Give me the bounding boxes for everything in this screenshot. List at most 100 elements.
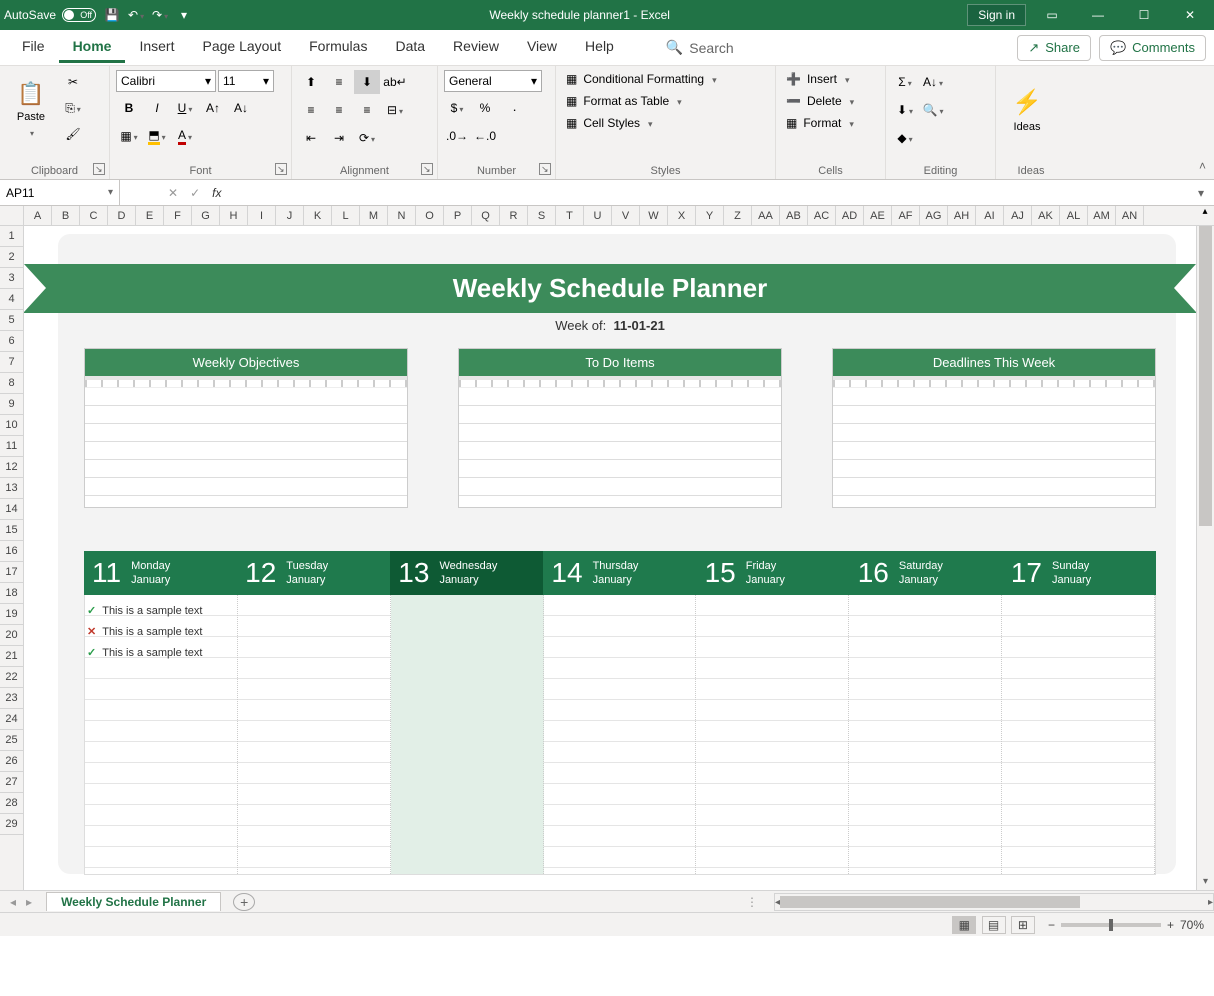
col-header[interactable]: J [276, 206, 304, 226]
fill-icon[interactable]: ⬇ [892, 98, 918, 122]
zoom-slider[interactable] [1061, 923, 1161, 927]
col-header[interactable]: A [24, 206, 52, 226]
row-header[interactable]: 22 [0, 667, 23, 688]
decrease-decimal-icon[interactable]: ←.0 [472, 124, 498, 148]
increase-font-icon[interactable]: A↑ [200, 96, 226, 120]
col-header[interactable]: E [136, 206, 164, 226]
col-header[interactable]: K [304, 206, 332, 226]
enter-icon[interactable]: ✓ [190, 186, 200, 200]
column-headers[interactable]: ABCDEFGHIJKLMNOPQRSTUVWXYZAAABACADAEAFAG… [24, 206, 1196, 226]
clear-icon[interactable]: ◆ [892, 126, 918, 150]
maximize-icon[interactable]: ☐ [1124, 0, 1164, 30]
tab-file[interactable]: File [8, 32, 59, 63]
col-header[interactable]: O [416, 206, 444, 226]
autosum-icon[interactable]: Σ [892, 70, 918, 94]
tab-data[interactable]: Data [381, 32, 439, 63]
col-header[interactable]: C [80, 206, 108, 226]
vertical-scrollbar[interactable]: ▾ [1196, 226, 1214, 890]
cut-icon[interactable]: ✂ [60, 70, 86, 94]
name-box[interactable]: AP11▾ [0, 180, 120, 205]
row-header[interactable]: 9 [0, 394, 23, 415]
view-buttons[interactable]: ▦ ▤ ⊞ [951, 916, 1036, 934]
zoom-out-icon[interactable]: − [1048, 918, 1055, 932]
row-header[interactable]: 3 [0, 268, 23, 289]
cells-area[interactable]: Weekly Schedule Planner Week of: 11-01-2… [24, 226, 1196, 890]
note-box-body[interactable] [85, 388, 407, 507]
day-column[interactable] [1002, 595, 1155, 874]
align-bottom-icon[interactable]: ⬇ [354, 70, 380, 94]
share-button[interactable]: ↗Share [1017, 35, 1091, 61]
col-header[interactable]: N [388, 206, 416, 226]
note-box-body[interactable] [459, 388, 781, 507]
zoom-level[interactable]: 70% [1180, 918, 1204, 932]
row-header[interactable]: 14 [0, 499, 23, 520]
col-header[interactable]: AK [1032, 206, 1060, 226]
col-header[interactable]: I [248, 206, 276, 226]
tab-insert[interactable]: Insert [125, 32, 188, 63]
col-header[interactable]: R [500, 206, 528, 226]
row-header[interactable]: 12 [0, 457, 23, 478]
row-header[interactable]: 10 [0, 415, 23, 436]
qat-customize-icon[interactable]: ▾ [176, 7, 192, 23]
hscroll-thumb[interactable] [780, 896, 1080, 908]
font-family-combo[interactable]: Calibri▾ [116, 70, 216, 92]
zoom-in-icon[interactable]: + [1167, 918, 1174, 932]
close-icon[interactable]: ✕ [1170, 0, 1210, 30]
day-header[interactable]: 16SaturdayJanuary [850, 551, 1003, 595]
scroll-down-icon[interactable]: ▾ [1197, 872, 1214, 890]
bold-button[interactable]: B [116, 96, 142, 120]
merge-center-icon[interactable]: ⊟ [382, 98, 408, 122]
font-size-combo[interactable]: 11▾ [218, 70, 274, 92]
sort-filter-icon[interactable]: A↓ [920, 70, 946, 94]
sign-in-button[interactable]: Sign in [967, 4, 1026, 26]
col-header[interactable]: G [192, 206, 220, 226]
day-header[interactable]: 15FridayJanuary [697, 551, 850, 595]
day-column[interactable] [238, 595, 391, 874]
ribbon-display-options-icon[interactable]: ▭ [1032, 0, 1072, 30]
row-header[interactable]: 4 [0, 289, 23, 310]
tab-formulas[interactable]: Formulas [295, 32, 381, 63]
save-icon[interactable]: 💾 [104, 7, 120, 23]
tab-help[interactable]: Help [571, 32, 628, 63]
row-header[interactable]: 26 [0, 751, 23, 772]
task-row[interactable]: ✕This is a sample text [87, 621, 202, 642]
font-color-icon[interactable]: A [172, 124, 198, 148]
tab-view[interactable]: View [513, 32, 571, 63]
row-headers[interactable]: 1234567891011121314151617181920212223242… [0, 226, 24, 890]
row-header[interactable]: 7 [0, 352, 23, 373]
horizontal-scrollbar[interactable]: ◂ ▸ [774, 893, 1214, 911]
autosave-switch[interactable]: Off [62, 8, 96, 22]
row-header[interactable]: 2 [0, 247, 23, 268]
autosave-toggle[interactable]: AutoSave Off [4, 8, 96, 22]
day-column[interactable] [391, 595, 544, 874]
row-header[interactable]: 18 [0, 583, 23, 604]
increase-decimal-icon[interactable]: .0→ [444, 124, 470, 148]
format-painter-icon[interactable]: 🖌 [60, 122, 86, 146]
col-header[interactable]: U [584, 206, 612, 226]
conditional-formatting-button[interactable]: ▦Conditional Formatting [562, 70, 721, 88]
col-header[interactable]: AC [808, 206, 836, 226]
col-header[interactable]: D [108, 206, 136, 226]
sheet-nav[interactable]: ◂▸ [0, 895, 42, 909]
scroll-thumb[interactable] [1199, 226, 1212, 526]
delete-button[interactable]: ➖Delete [782, 92, 858, 110]
row-header[interactable]: 19 [0, 604, 23, 625]
day-header[interactable]: 17SundayJanuary [1003, 551, 1156, 595]
col-header[interactable]: AB [780, 206, 808, 226]
col-header[interactable]: S [528, 206, 556, 226]
page-break-view-icon[interactable]: ⊞ [1011, 916, 1035, 934]
search-box[interactable]: 🔍 Search [658, 35, 742, 60]
col-header[interactable]: P [444, 206, 472, 226]
col-header[interactable]: H [220, 206, 248, 226]
fx-icon[interactable]: fx [212, 186, 221, 200]
scroll-up-icon[interactable]: ▴ [1196, 206, 1214, 226]
number-format-combo[interactable]: General▾ [444, 70, 542, 92]
row-header[interactable]: 29 [0, 814, 23, 835]
borders-icon[interactable]: ▦ [116, 124, 142, 148]
day-column[interactable] [696, 595, 849, 874]
day-header[interactable]: 13WednesdayJanuary [390, 551, 543, 595]
col-header[interactable]: V [612, 206, 640, 226]
align-left-icon[interactable]: ≡ [298, 98, 324, 122]
insert-button[interactable]: ➕Insert [782, 70, 854, 88]
day-header[interactable]: 12TuesdayJanuary [237, 551, 390, 595]
